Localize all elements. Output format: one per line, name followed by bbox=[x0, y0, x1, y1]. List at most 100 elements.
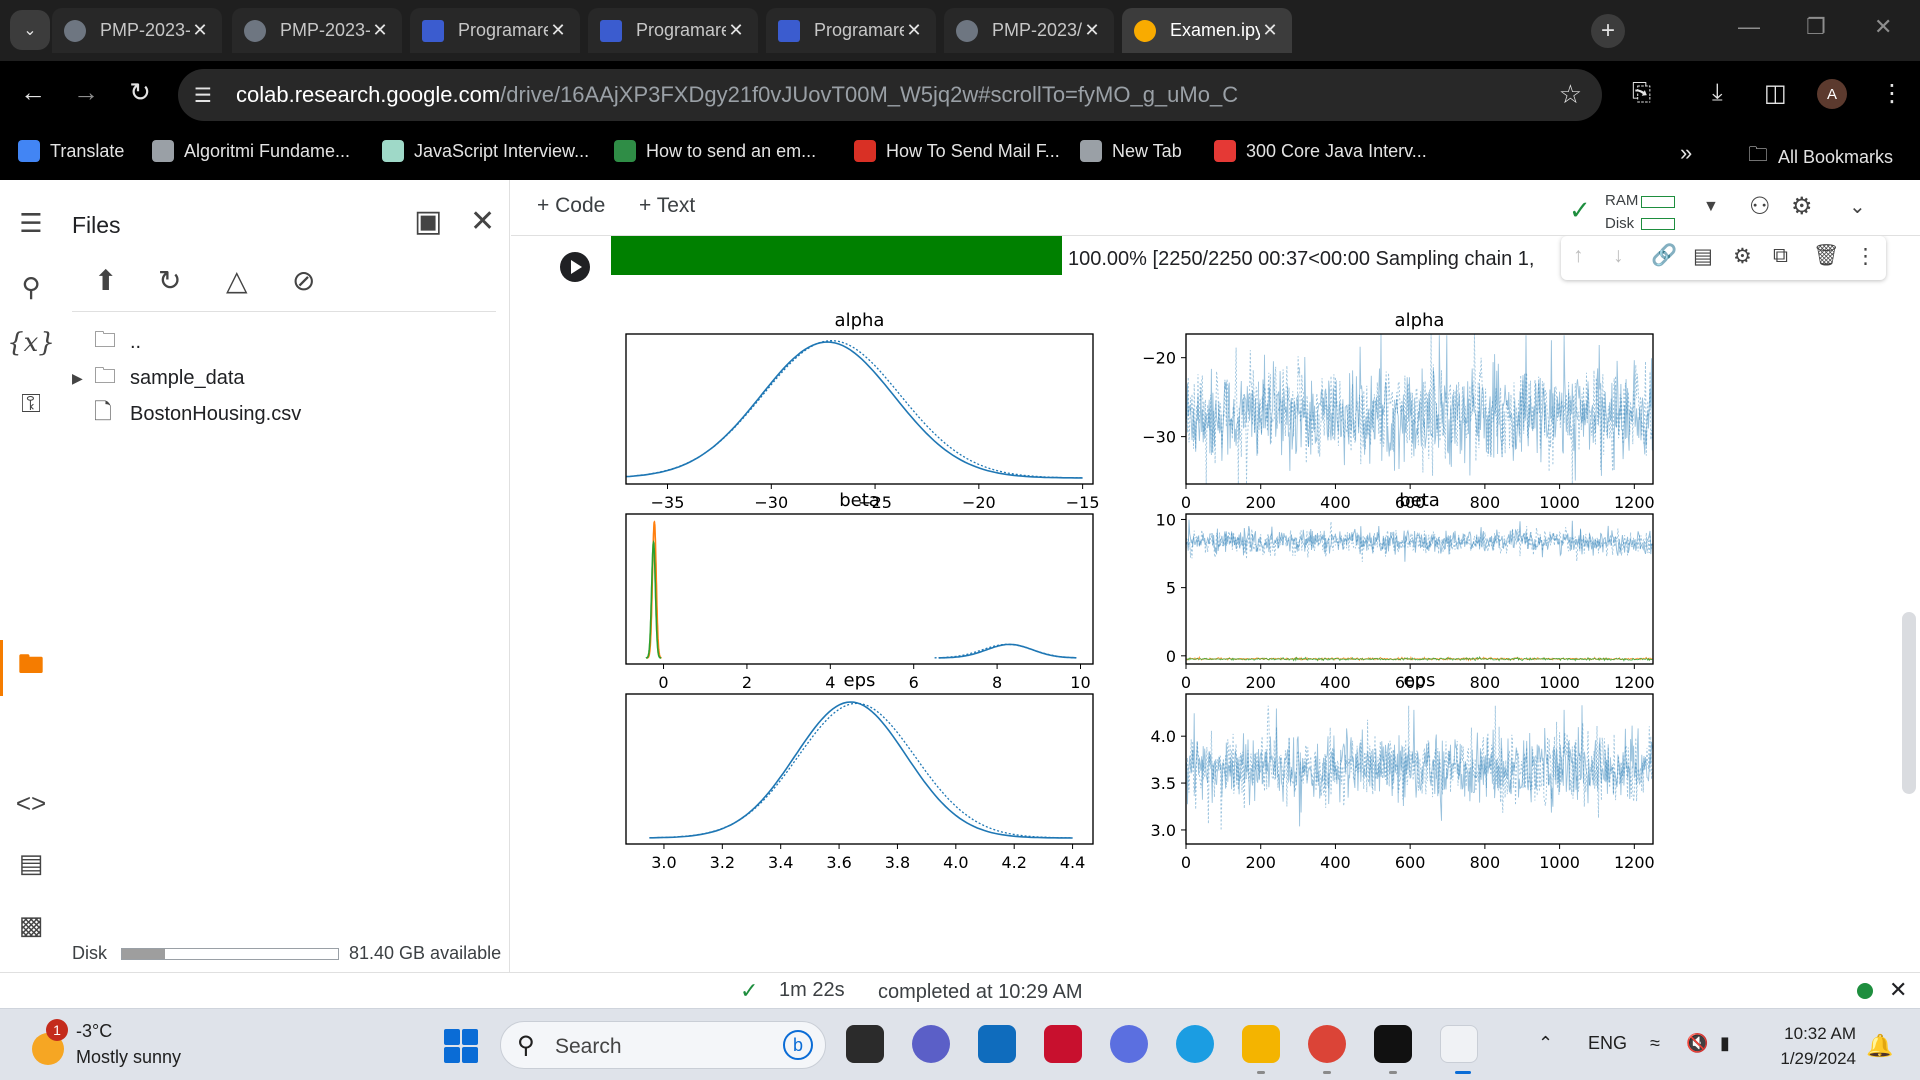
back-arrow-icon[interactable]: ← bbox=[15, 77, 51, 108]
system-clock[interactable]: 10:32 AM 1/29/2024 bbox=[1762, 1021, 1856, 1071]
address-bar[interactable]: ☰ colab.research.google.com/drive/16AAjX… bbox=[178, 69, 1602, 121]
mount-drive-icon[interactable]: △ bbox=[226, 264, 248, 297]
tab-search-chevron-icon[interactable]: ⌄ bbox=[10, 10, 50, 50]
close-tab-icon[interactable]: ✕ bbox=[1260, 20, 1280, 41]
bookmark-item[interactable]: Translate bbox=[18, 140, 124, 162]
download-icon[interactable]: ⤓ bbox=[1712, 79, 1723, 107]
file-tree-item[interactable]: 🗋 BostonHousing.csv bbox=[72, 399, 301, 429]
file-tree-item[interactable]: 🗀.. bbox=[72, 327, 141, 357]
pycharm-icon[interactable] bbox=[1374, 1025, 1412, 1063]
new-tab-plus-icon[interactable]: + bbox=[1591, 14, 1625, 48]
minimize-icon[interactable]: — bbox=[1738, 14, 1760, 40]
proton-vpn-icon[interactable] bbox=[1110, 1025, 1148, 1063]
x-tick-label: 600 bbox=[1395, 673, 1426, 692]
bookmark-item[interactable]: How to send an em... bbox=[614, 140, 816, 162]
side-panel-icon[interactable]: ◫ bbox=[1764, 79, 1787, 108]
bookmark-item[interactable]: How To Send Mail F... bbox=[854, 140, 1060, 162]
mirror-cell-icon[interactable]: ⧉ bbox=[1773, 244, 1788, 268]
forward-arrow-icon[interactable]: → bbox=[68, 77, 104, 108]
close-tab-icon[interactable]: ✕ bbox=[548, 20, 568, 41]
table-of-contents-icon[interactable]: ☰ bbox=[0, 208, 62, 239]
x-tick-label: 0 bbox=[658, 673, 668, 692]
battery-icon[interactable]: ▮ bbox=[1720, 1033, 1730, 1054]
bookmarks-overflow-chevron-icon[interactable]: » bbox=[1680, 140, 1692, 166]
chrome-icon[interactable] bbox=[1308, 1025, 1346, 1063]
files-folder-icon[interactable]: 🖿 bbox=[0, 646, 62, 690]
more-kebab-icon[interactable]: ⋮ bbox=[1855, 244, 1876, 269]
close-window-icon[interactable]: ✕ bbox=[1874, 14, 1892, 40]
file-tree-item[interactable]: ▶ 🗀 sample_data bbox=[72, 363, 245, 393]
resources-indicator[interactable]: ✓ RAM Disk bbox=[1569, 185, 1689, 232]
close-tab-icon[interactable]: ✕ bbox=[370, 20, 390, 41]
site-settings-icon[interactable]: ☰ bbox=[194, 83, 212, 108]
delete-trash-icon[interactable]: 🗑 bbox=[1813, 244, 1840, 268]
variables-icon[interactable]: {x} bbox=[0, 328, 62, 358]
bookmark-item[interactable]: Algoritmi Fundame... bbox=[152, 140, 350, 162]
folder-icon: 🗀 bbox=[1748, 144, 1768, 166]
bookmark-star-icon[interactable]: ☆ bbox=[1559, 79, 1582, 110]
trace-plot-figure: alpha alphabeta betaeps eps−35 −30 −25 −20 −15 0… bbox=[625, 310, 1655, 872]
close-panel-icon[interactable]: ✕ bbox=[470, 204, 495, 239]
url-text[interactable]: colab.research.google.com/drive/16AAjXP3… bbox=[236, 82, 1238, 108]
edge-icon[interactable] bbox=[1176, 1025, 1214, 1063]
expand-arrow-icon[interactable]: ▶ bbox=[72, 370, 94, 387]
search-icon[interactable]: ⚲ bbox=[0, 272, 62, 303]
bookmark-item[interactable]: New Tab bbox=[1080, 140, 1182, 162]
refresh-folder-icon[interactable]: ↻ bbox=[158, 264, 181, 297]
notifications-bell-icon[interactable]: 🔔 bbox=[1866, 1033, 1893, 1059]
open-in-tab-icon[interactable]: ▣ bbox=[414, 204, 442, 239]
browser-tab[interactable]: Programare si✕ bbox=[766, 8, 936, 53]
upload-file-icon[interactable]: ⬆ bbox=[94, 264, 117, 297]
chat-icon[interactable] bbox=[912, 1025, 950, 1063]
speaker-muted-icon[interactable]: 🔇 bbox=[1686, 1033, 1708, 1054]
reload-icon[interactable]: ↻ bbox=[122, 77, 158, 108]
running-indicator bbox=[1389, 1071, 1397, 1074]
wifi-icon[interactable]: ≈ bbox=[1650, 1033, 1660, 1054]
move-up-icon[interactable]: ↑ bbox=[1573, 244, 1584, 268]
settings-gear-icon[interactable]: ⚙ bbox=[1791, 192, 1813, 221]
share-people-icon[interactable]: ⚇ bbox=[1749, 192, 1771, 221]
browser-tab[interactable]: PMP-2023-Co✕ bbox=[232, 8, 402, 53]
bing-icon[interactable]: b bbox=[783, 1030, 813, 1060]
add-text-button[interactable]: + Text bbox=[639, 194, 695, 218]
bookmark-item[interactable]: 300 Core Java Interv... bbox=[1214, 140, 1427, 162]
show-hidden-icons-chevron-icon[interactable]: ⌃ bbox=[1538, 1033, 1553, 1054]
close-tab-icon[interactable]: ✕ bbox=[904, 20, 924, 41]
secrets-key-icon[interactable]: ⚿ bbox=[0, 388, 62, 420]
profile-avatar[interactable]: A bbox=[1817, 79, 1847, 109]
file-explorer-icon[interactable] bbox=[1242, 1025, 1280, 1063]
browser-tab[interactable]: PMP-2023-Co✕ bbox=[52, 8, 222, 53]
browser-tab[interactable]: PMP-2023/Se✕ bbox=[944, 8, 1114, 53]
bookmark-item[interactable]: JavaScript Interview... bbox=[382, 140, 589, 162]
close-tab-icon[interactable]: ✕ bbox=[1082, 20, 1102, 41]
runtime-dropdown-icon[interactable]: ▼ bbox=[1703, 198, 1719, 216]
language-indicator[interactable]: ENG bbox=[1588, 1033, 1627, 1054]
extensions-icon[interactable]: ⎘ bbox=[1632, 79, 1651, 107]
browser-tab[interactable]: Examen.ipynb✕ bbox=[1122, 8, 1292, 53]
code-snippets-icon[interactable]: <> bbox=[0, 788, 62, 819]
all-bookmarks-button[interactable]: 🗀 All Bookmarks bbox=[1748, 140, 1893, 174]
mcafee-icon[interactable] bbox=[1044, 1025, 1082, 1063]
hide-files-icon[interactable]: ⊘ bbox=[292, 264, 315, 297]
terminal-icon[interactable]: ▩ bbox=[0, 910, 62, 941]
maximize-icon[interactable]: ❐ bbox=[1806, 14, 1826, 40]
command-palette-icon[interactable]: ▤ bbox=[0, 848, 62, 879]
close-tab-icon[interactable]: ✕ bbox=[726, 20, 746, 41]
notebook-scrollbar[interactable] bbox=[1902, 612, 1916, 794]
close-tab-icon[interactable]: ✕ bbox=[190, 20, 210, 41]
collapse-chevron-icon[interactable]: ⌄ bbox=[1849, 194, 1866, 219]
browser-tab[interactable]: Programare si✕ bbox=[410, 8, 580, 53]
comment-icon[interactable]: ▤ bbox=[1693, 244, 1713, 269]
task-view-icon[interactable] bbox=[846, 1025, 884, 1063]
cell-settings-icon[interactable]: ⚙ bbox=[1733, 244, 1752, 269]
link-icon[interactable]: 🔗 bbox=[1651, 244, 1677, 268]
taskbar-search[interactable]: ⚲ Search b bbox=[500, 1021, 826, 1069]
add-code-button[interactable]: + Code bbox=[537, 194, 605, 218]
close-status-icon[interactable]: ✕ bbox=[1889, 977, 1907, 1003]
browser-menu-kebab-icon[interactable]: ⋮ bbox=[1880, 79, 1904, 108]
browser-tab[interactable]: Programare si✕ bbox=[588, 8, 758, 53]
snipping-tool-icon[interactable] bbox=[1440, 1025, 1478, 1063]
windows-start-icon[interactable] bbox=[444, 1029, 478, 1063]
microsoft-store-icon[interactable] bbox=[978, 1025, 1016, 1063]
move-down-icon[interactable]: ↓ bbox=[1613, 244, 1624, 268]
